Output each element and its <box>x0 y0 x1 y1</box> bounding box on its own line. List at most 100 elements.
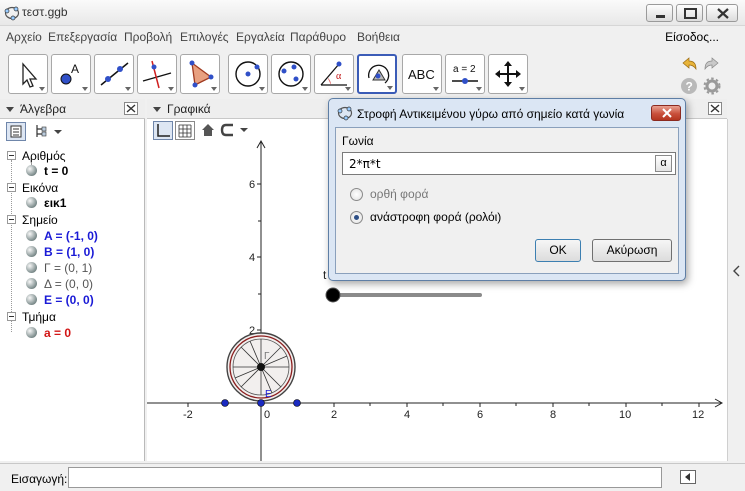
close-graphics-button[interactable] <box>708 102 722 115</box>
close-algebra-button[interactable] <box>124 102 138 115</box>
undo-icon[interactable] <box>680 55 698 73</box>
algebra-item[interactable]: B = (1, 0) <box>44 245 94 259</box>
circle-tool-button[interactable] <box>228 54 268 94</box>
conic-tool-icon <box>278 61 304 87</box>
menu-tools[interactable]: Εργαλεία <box>236 30 285 44</box>
algebra-item[interactable]: t = 0 <box>44 164 68 178</box>
toggle-axes-icon[interactable] <box>153 121 173 140</box>
sort-by-icon[interactable] <box>34 123 64 140</box>
radio-counterclockwise-label[interactable]: ορθή φορά <box>370 187 428 201</box>
collapse-icon[interactable] <box>7 312 16 321</box>
point-capturing-icon[interactable] <box>220 122 250 138</box>
move-graphics-view-tool-icon <box>495 61 521 87</box>
visibility-toggle-icon[interactable] <box>26 327 37 338</box>
conic-tool-button[interactable] <box>271 54 311 94</box>
input-bar: Εισαγωγή: <box>0 463 745 491</box>
minimize-icon <box>656 15 665 18</box>
ok-button[interactable]: OK <box>535 239 581 262</box>
polygon-tool-button[interactable] <box>180 54 220 94</box>
menu-edit[interactable]: Επεξεργασία <box>48 30 117 44</box>
algebra-view: Αριθμός t = 0 Εικόνα εικ1 Σημείο A = (-1… <box>0 119 145 461</box>
algebra-item[interactable]: Δ = (0, 0) <box>44 277 93 291</box>
visibility-toggle-icon[interactable] <box>26 278 37 289</box>
geogebra-icon <box>4 6 20 21</box>
line-tool-icon <box>100 62 129 86</box>
angle-input[interactable]: 2*π*t α <box>342 152 676 175</box>
visibility-toggle-icon[interactable] <box>26 294 37 305</box>
move-graphics-view-tool-button[interactable] <box>488 54 528 94</box>
settings-gear-icon[interactable] <box>703 77 721 95</box>
home-icon[interactable] <box>200 122 216 138</box>
slider-tool-icon: a = 2 <box>452 64 478 84</box>
x-tick-label: 2 <box>331 409 337 421</box>
algebra-item[interactable]: a = 0 <box>44 326 71 340</box>
y-tick-label: 4 <box>249 252 255 264</box>
radio-clockwise-label[interactable]: ανάστροφη φορά (ρολόι) <box>370 210 501 224</box>
collapse-icon[interactable] <box>7 215 16 224</box>
close-icon <box>717 8 729 19</box>
rotate-around-point-tool-button[interactable] <box>357 54 397 94</box>
visibility-toggle-icon[interactable] <box>26 262 37 273</box>
dialog-close-button[interactable] <box>651 105 681 121</box>
cancel-button[interactable]: Ακύρωση <box>592 239 672 262</box>
panel-menu-arrow-icon[interactable] <box>6 107 14 112</box>
slider-tool-button[interactable]: a = 2 <box>445 54 485 94</box>
close-icon <box>126 104 136 113</box>
visibility-toggle-icon[interactable] <box>26 230 37 241</box>
point-tool-button[interactable]: A <box>51 54 91 94</box>
menu-window[interactable]: Παράθυρο <box>290 30 346 44</box>
menu-view[interactable]: Προβολή <box>124 30 172 44</box>
input-help-button[interactable] <box>680 470 696 484</box>
point-a[interactable] <box>221 399 229 407</box>
text-tool-button[interactable]: ABC <box>402 54 442 94</box>
wheel-image[interactable] <box>226 332 296 402</box>
toolbar: A α ABC a = 2 ? <box>0 50 745 98</box>
title-bar: τεστ.ggb <box>0 0 745 26</box>
menu-help[interactable]: Βοήθεια <box>357 30 400 44</box>
visibility-toggle-icon[interactable] <box>26 165 37 176</box>
algebra-item[interactable]: Γ = (0, 1) <box>44 261 92 275</box>
svg-text:ABC: ABC <box>408 67 435 82</box>
slider-knob[interactable] <box>325 287 341 303</box>
angle-tool-button[interactable]: α <box>314 54 354 94</box>
collapse-icon[interactable] <box>7 151 16 160</box>
visibility-toggle-icon[interactable] <box>26 246 37 257</box>
x-tick-label: 12 <box>692 409 704 421</box>
radio-clockwise[interactable] <box>350 211 363 224</box>
visibility-toggle-icon[interactable] <box>26 197 37 208</box>
minimize-button[interactable] <box>646 4 673 22</box>
input-field[interactable] <box>68 467 662 488</box>
close-icon <box>710 104 720 113</box>
line-tool-button[interactable] <box>94 54 134 94</box>
maximize-icon <box>684 8 697 19</box>
point-b[interactable] <box>293 399 301 407</box>
algebra-item[interactable]: εικ1 <box>44 196 66 210</box>
move-tool-button[interactable] <box>8 54 48 94</box>
maximize-button[interactable] <box>676 4 703 22</box>
algebra-category: Αριθμός <box>22 149 66 163</box>
login-link[interactable]: Είσοδος... <box>665 30 719 44</box>
text-tool-icon: ABC <box>408 67 435 82</box>
toggle-grid-icon[interactable] <box>175 121 195 140</box>
side-panel-toggle[interactable] <box>727 119 745 461</box>
auxiliary-objects-toggle-icon[interactable] <box>6 122 26 141</box>
collapse-icon[interactable] <box>7 183 16 192</box>
close-icon <box>662 108 672 118</box>
perpendicular-line-tool-icon <box>142 60 172 89</box>
point-label: Γ <box>264 351 270 362</box>
slider-label: t <box>323 268 327 282</box>
algebra-item[interactable]: A = (-1, 0) <box>44 229 98 243</box>
perpendicular-line-tool-button[interactable] <box>137 54 177 94</box>
redo-icon[interactable] <box>703 55 721 73</box>
menu-options[interactable]: Επιλογές <box>180 30 229 44</box>
dialog-body: Γωνία 2*π*t α ορθή φορά ανάστροφη φορά (… <box>335 127 679 274</box>
menu-file[interactable]: Αρχείο <box>6 30 42 44</box>
algebra-item[interactable]: E = (0, 0) <box>44 293 94 307</box>
help-icon[interactable]: ? <box>680 77 698 95</box>
panel-menu-arrow-icon[interactable] <box>153 107 161 112</box>
x-tick-label: 8 <box>550 409 556 421</box>
symbol-picker-button[interactable]: α <box>655 155 672 172</box>
radio-counterclockwise[interactable] <box>350 188 363 201</box>
point-e[interactable] <box>257 399 265 407</box>
close-window-button[interactable] <box>706 4 738 22</box>
